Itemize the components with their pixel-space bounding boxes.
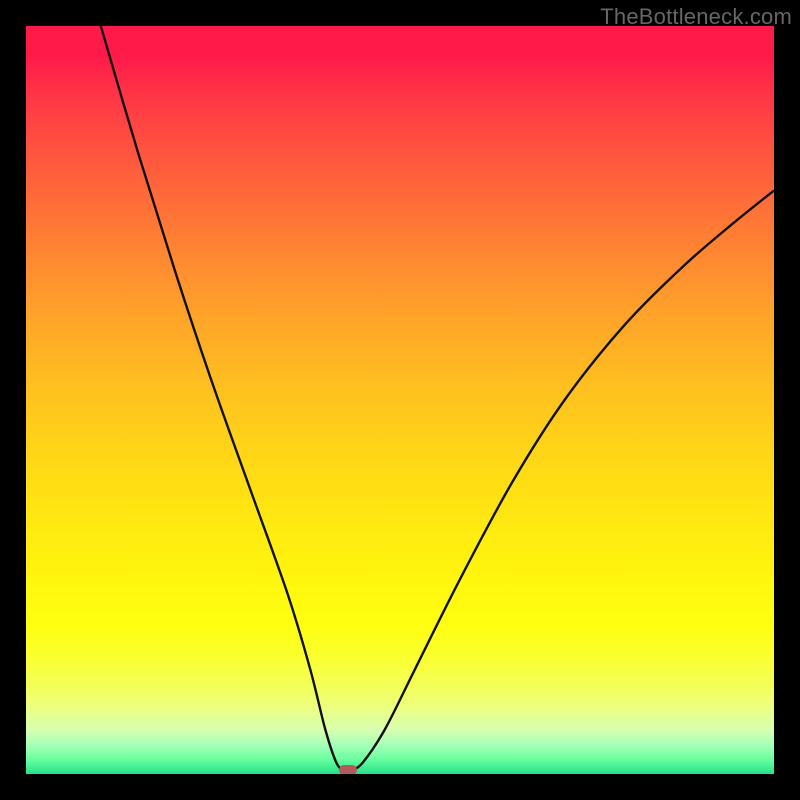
bottleneck-curve — [26, 26, 774, 774]
plot-area — [26, 26, 774, 774]
curve-path — [101, 26, 774, 770]
chart-stage: TheBottleneck.com — [0, 0, 800, 800]
min-point-marker — [339, 765, 357, 775]
